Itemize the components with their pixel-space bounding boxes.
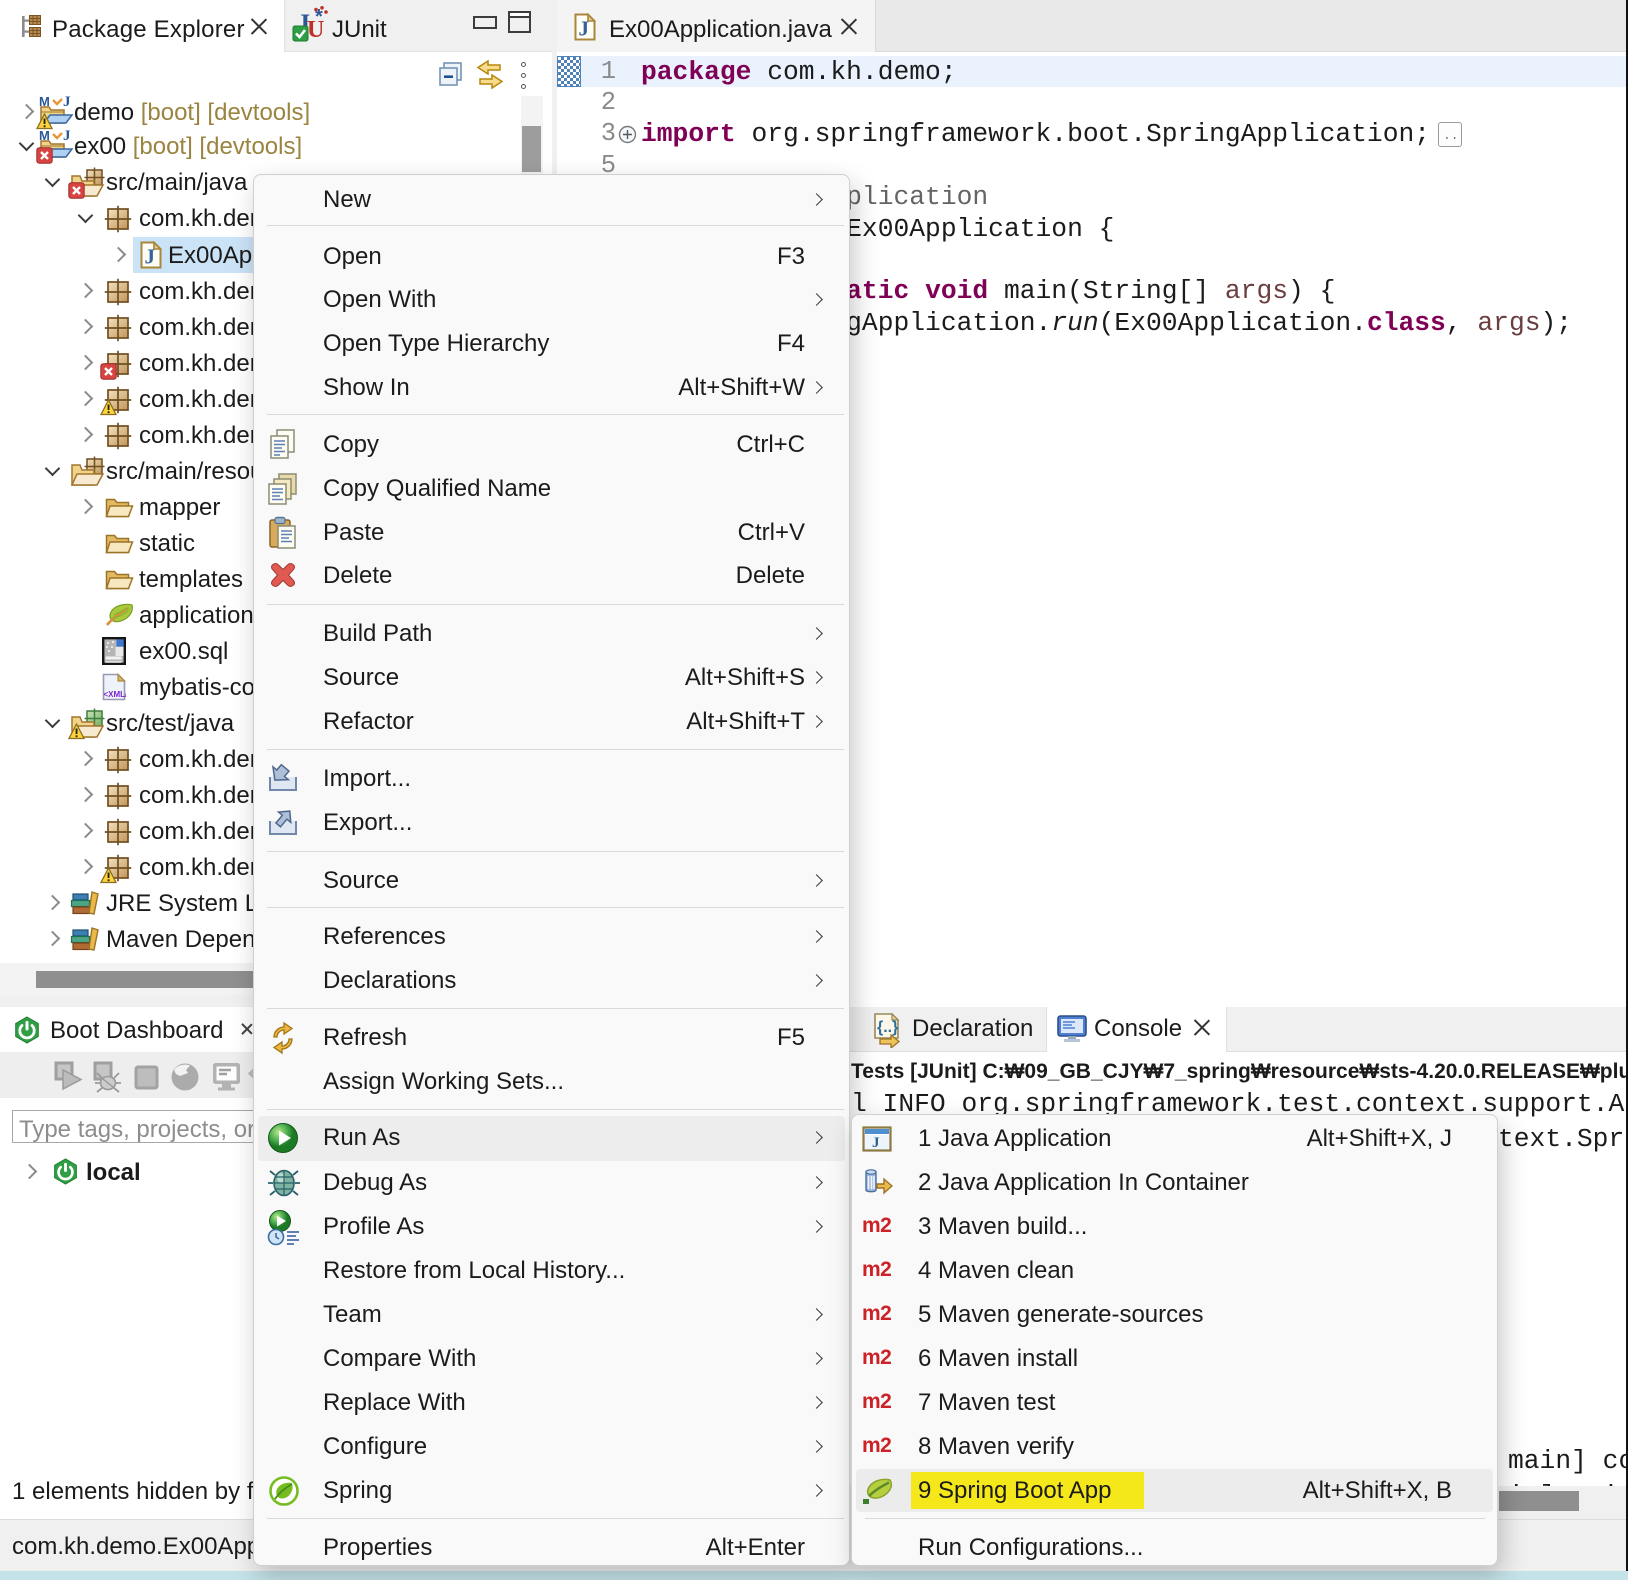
svg-text:{..}: {..} [877,1019,898,1036]
svg-text:J: J [145,245,156,269]
svg-text:J: J [63,129,71,144]
svg-text:J: J [579,17,590,41]
svg-text:J: J [63,95,71,110]
svg-text:<XML/>: <XML/> [104,690,127,699]
svg-text:J: J [872,1135,880,1151]
